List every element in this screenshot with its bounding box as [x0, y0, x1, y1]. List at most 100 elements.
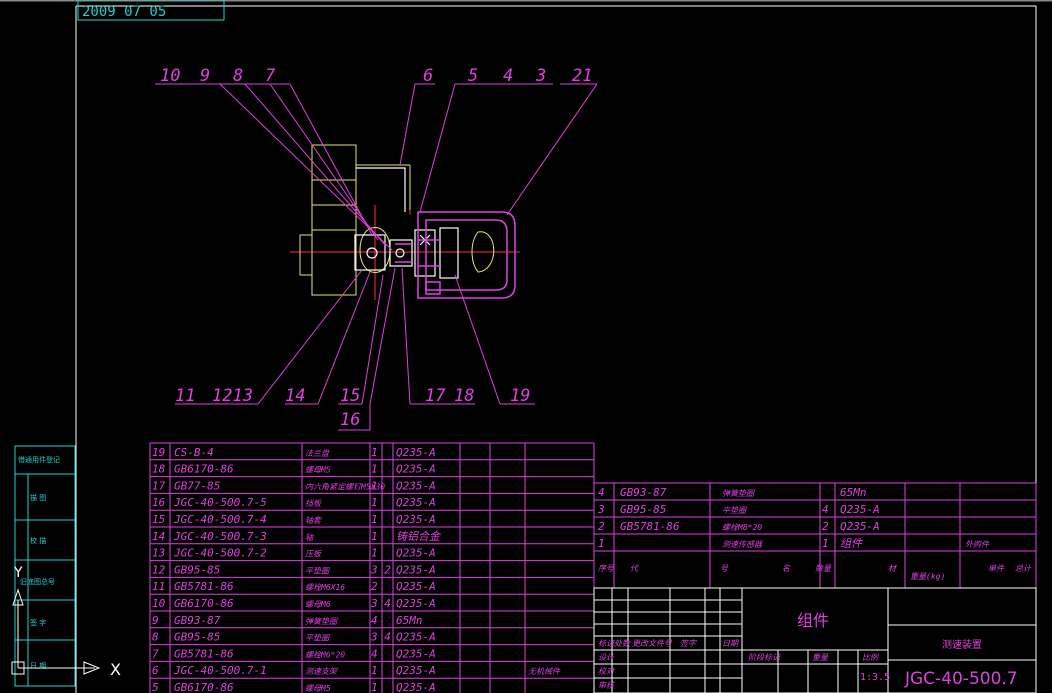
parts-list-left[interactable]: 19 CS-B-4 法兰盘 1 Q235-A18 GB6170-86 螺母M5 1 Q235-A…: [149, 442, 595, 693]
cell-no: 13: [152, 547, 165, 560]
cell-qty: 4: [822, 503, 829, 516]
cell-qty: 2: [371, 580, 378, 593]
cell-no: 15: [152, 513, 165, 526]
cell-code: GB93-87: [174, 614, 221, 627]
cell-name: 螺栓M8*20: [722, 523, 762, 532]
leader-label: 16: [340, 410, 360, 430]
sign-row: 设计: [598, 653, 615, 662]
cell-remark: 外购件: [965, 540, 990, 549]
ucs-y-label: Y: [13, 565, 23, 581]
cell-name: 轴: [305, 533, 314, 542]
cell-material: Q235-A: [396, 513, 436, 526]
leader-label: 9: [200, 66, 210, 86]
cell-code: GB5781-86: [174, 580, 234, 593]
cell-material: Q235-A: [396, 463, 436, 476]
assembly-label: 组件: [797, 611, 829, 630]
header-code: 代: [630, 564, 639, 573]
cell-material: 65Mn: [396, 614, 423, 627]
cell-qty: 2: [822, 520, 829, 533]
cell-no: 17: [152, 479, 166, 492]
cell-code: GB95-85: [174, 563, 220, 576]
cell-name: 法兰盘: [305, 449, 330, 458]
cell-material: Q235-A: [396, 496, 436, 509]
title-block[interactable]: 组件 测速装置 JGC-40-500.7 1:3.5 标记 处数 更改文件号 签…: [593, 587, 1037, 693]
cell-no: 6: [152, 664, 159, 677]
header-num: 号: [720, 564, 729, 573]
cell-name: 平垫圈: [305, 634, 330, 643]
strip-label: 旧底图总号: [20, 577, 55, 586]
cell-material: Q235-A: [396, 664, 436, 677]
leader-label: 7: [265, 66, 276, 86]
sign-col: 标记: [598, 639, 615, 648]
cell-code: JGC-40-500.7-1: [173, 664, 267, 677]
cell-qty: 1: [822, 537, 829, 550]
cell-qty: 1: [371, 479, 378, 492]
cell-qty: 1: [371, 530, 378, 543]
cad-canvas[interactable]: 2009 07 05 借通用件登记 描 图 校 描 旧底图总号 签 字 日 期 …: [0, 0, 1052, 693]
cell-name: 轴套: [305, 516, 322, 525]
cell-code: GB93-87: [620, 486, 667, 499]
leader-label: 21: [572, 66, 592, 86]
strip-label: 借通用件登记: [18, 455, 60, 464]
cell-name: 测速支架: [305, 667, 338, 676]
cell-qty: 1: [371, 513, 378, 526]
sign-row: 审核: [598, 681, 616, 690]
leader-label: 3: [535, 66, 546, 86]
cell-material: Q235-A: [840, 520, 880, 533]
leader-label: 19: [510, 386, 530, 406]
cell-name: 测速传感器: [722, 540, 763, 549]
cell-material: Q235-A: [840, 503, 880, 516]
header-weight: 重量(kg): [910, 572, 945, 581]
header-single: 单件: [988, 564, 1005, 573]
meta-label: 阶段标记: [748, 653, 781, 662]
parts-list-right[interactable]: 4 GB93-87 弹簧垫圈 65Mn 3 GB95-85 平垫圈 4 Q235-A 2 GB578…: [593, 482, 1037, 589]
strip-label: 日 期: [30, 662, 46, 670]
drawing-number: JGC-40-500.7: [904, 669, 1018, 689]
cell-code: GB95-85: [174, 631, 220, 644]
strip-label: 描 图: [30, 493, 46, 502]
leader-label: 5: [468, 66, 478, 86]
leader-label: 14: [285, 386, 305, 406]
leader-label: 15: [340, 386, 360, 406]
strip-label: 校 描: [30, 536, 46, 545]
cell-material: Q235-A: [396, 563, 436, 576]
cell-name: 螺母M6: [305, 600, 331, 609]
cell-no: 4: [598, 486, 605, 499]
leader-label: 8: [233, 66, 243, 86]
cell-name: 弹簧垫圈: [722, 489, 755, 498]
cell-name: 螺栓M6X16: [305, 583, 345, 592]
cell-name: 弹簧垫圈: [305, 617, 338, 626]
cell-qty: 1: [371, 547, 378, 560]
cell-no: 8: [152, 631, 159, 644]
cell-material: 组件: [840, 537, 863, 550]
cell-material: Q235-A: [396, 597, 436, 610]
cell-code: GB6170-86: [174, 597, 234, 610]
assembly-drawing[interactable]: 10 9 8 7 6 5 4 3 21 11 1213 14 15 17 18 …: [155, 66, 598, 431]
scale-value: 1:3.5: [860, 672, 890, 683]
cell-no: 11: [152, 580, 165, 593]
strip-label: 签 字: [30, 618, 46, 627]
cell-no: 5: [152, 681, 159, 693]
cell-qty: 1: [371, 664, 378, 677]
cell-no: 14: [152, 530, 165, 543]
cell-name: 螺栓M6*20: [305, 650, 345, 659]
sign-col: 日期: [722, 639, 739, 648]
ucs-x-label: X: [110, 660, 121, 679]
cell-no: 1: [598, 537, 605, 550]
leader-label: 10: [160, 66, 180, 86]
header-total: 总计: [1015, 564, 1032, 573]
corner-date: 2009 07 05: [82, 4, 166, 20]
cell-material: Q235-A: [396, 647, 436, 660]
meta-label: 比例: [862, 653, 880, 662]
sign-col: 签字: [680, 639, 697, 648]
cell-no: 16: [152, 496, 166, 509]
cell-material: 65Mn: [840, 486, 867, 499]
cell-code: JGC-40-500.7-5: [173, 496, 267, 509]
header-material: 材: [888, 564, 897, 573]
cell-material: Q235-A: [396, 580, 436, 593]
leader-label: 4: [503, 66, 513, 86]
cell-code: JGC-40-500.7-2: [173, 547, 267, 560]
cell-code: GB95-85: [620, 503, 666, 516]
cell-no: 10: [152, 597, 166, 610]
header-no: 序号: [598, 564, 615, 573]
